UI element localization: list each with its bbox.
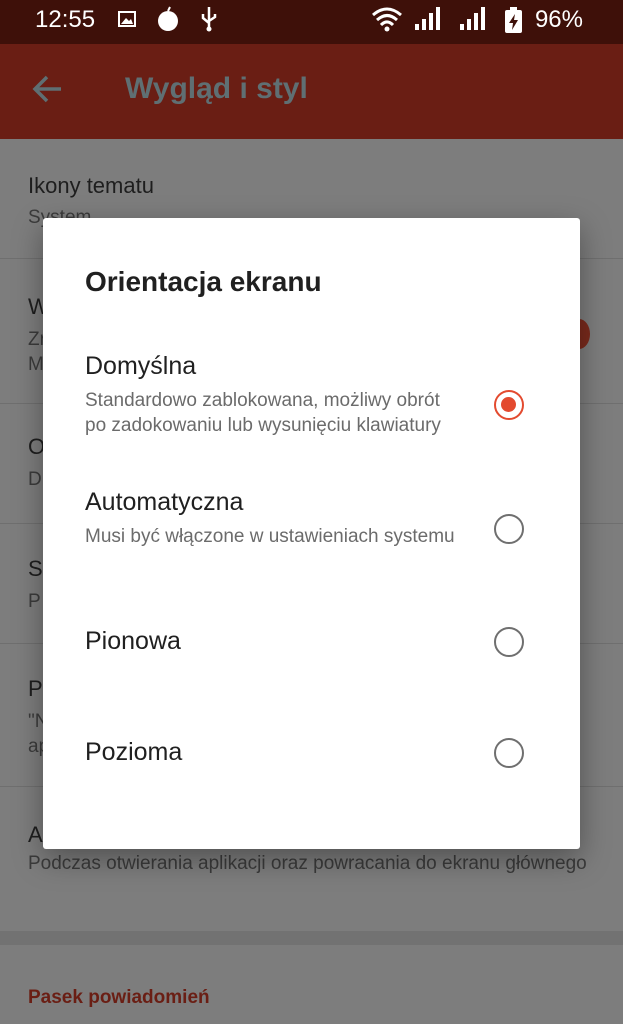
screen-orientation-dialog: Orientacja ekranu Domyślna Standardowo z…	[43, 218, 580, 849]
radio-dot	[501, 397, 516, 412]
option-portrait[interactable]: Pionowa	[43, 613, 580, 673]
page-title: Wygląd i styl	[125, 72, 308, 105]
image-icon	[118, 6, 136, 34]
pref-title: Ikony tematu	[28, 173, 154, 198]
bomb-icon	[157, 6, 179, 39]
radio-button[interactable]	[494, 627, 524, 657]
status-time: 12:55	[35, 6, 96, 33]
option-label: Domyślna	[85, 352, 197, 380]
option-label: Pozioma	[85, 738, 183, 766]
option-description: Musi być włączone w ustawieniach systemu	[85, 526, 455, 547]
category-header: Pasek powiadomień	[28, 987, 210, 1008]
pref-title: S	[28, 556, 43, 581]
radio-button-checked[interactable]	[494, 390, 524, 420]
section-divider	[0, 931, 623, 945]
app-bar: Wygląd i styl	[0, 44, 623, 139]
dialog-title: Orientacja ekranu	[85, 266, 322, 297]
pref-title: A	[28, 822, 43, 847]
option-automatic[interactable]: Automatyczna Musi być włączone w ustawie…	[43, 488, 580, 578]
pref-summary: Podczas otwierania aplikacji oraz powrac…	[28, 853, 587, 874]
option-description: Standardowo zablokowana, możliwy obrót p…	[85, 390, 441, 436]
radio-button[interactable]	[494, 738, 524, 768]
pref-title: P	[28, 676, 43, 701]
battery-charging-icon	[503, 6, 525, 41]
radio-button[interactable]	[494, 514, 524, 544]
wifi-icon	[371, 6, 403, 39]
option-label: Pionowa	[85, 627, 181, 655]
status-bar: 12:55 96%	[0, 0, 623, 44]
back-arrow-icon[interactable]	[31, 72, 65, 106]
option-default[interactable]: Domyślna Standardowo zablokowana, możliw…	[43, 348, 580, 468]
signal-icon	[413, 6, 443, 39]
option-label: Automatyczna	[85, 488, 244, 516]
option-landscape[interactable]: Pozioma	[43, 724, 580, 784]
battery-percent: 96%	[534, 6, 583, 33]
signal-icon-2	[458, 6, 488, 39]
usb-icon	[198, 6, 220, 39]
